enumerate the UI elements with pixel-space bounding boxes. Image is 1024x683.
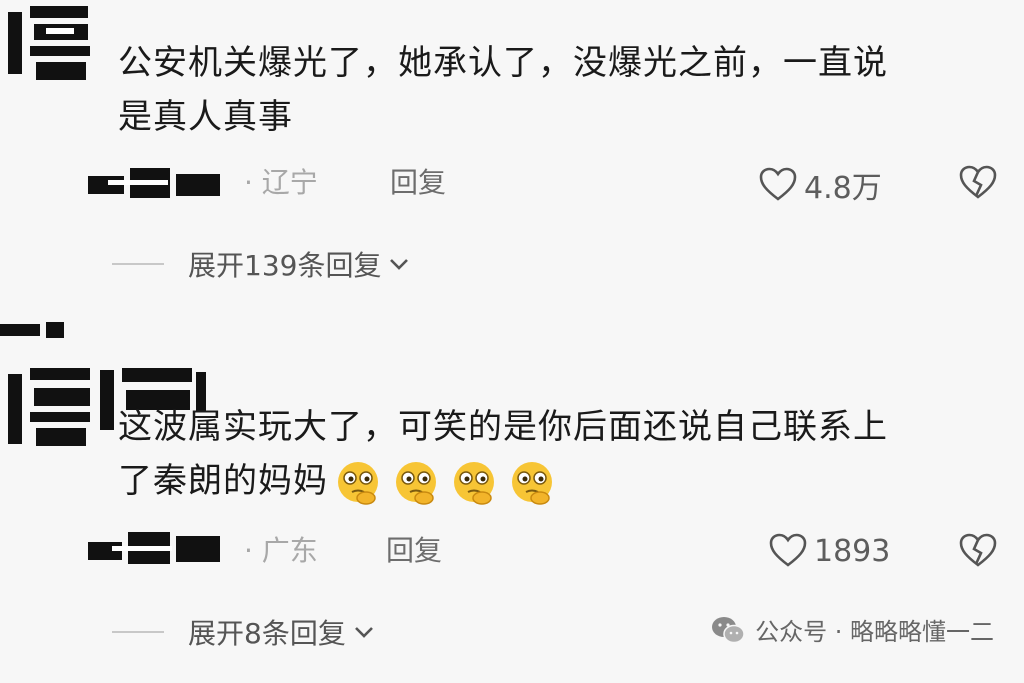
thinking-face-emoji-icon	[512, 461, 552, 505]
like-button[interactable]: 4.8万	[758, 163, 882, 207]
emoji-group	[332, 460, 564, 506]
expand-label: 展开8条回复	[188, 617, 346, 650]
divider	[112, 631, 164, 633]
watermark-text: 公众号 · 略略略懂一二	[755, 618, 994, 646]
comment-text-line: 是真人真事	[118, 97, 293, 137]
dislike-button[interactable]	[958, 531, 998, 575]
location-label: · 广东	[244, 534, 318, 567]
location-label: · 辽宁	[244, 166, 318, 199]
thinking-face-emoji-icon	[396, 461, 436, 505]
comment-text-line: 了秦朗的妈妈	[118, 454, 998, 508]
broken-heart-icon	[959, 533, 997, 567]
dislike-button[interactable]	[958, 163, 998, 207]
chevron-down-icon	[354, 627, 373, 638]
comment-text-line: 这波属实玩大了，可笑的是你后面还说自己联系上	[118, 407, 888, 447]
thinking-face-emoji-icon	[454, 461, 494, 505]
chevron-down-icon	[390, 259, 409, 270]
comment-text-line: 公安机关爆光了，她承认了，没爆光之前，一直说	[118, 43, 888, 83]
like-count: 1893	[814, 533, 891, 569]
like-count: 4.8万	[804, 171, 882, 206]
like-button[interactable]: 1893	[768, 531, 890, 571]
wechat-icon	[712, 616, 745, 643]
comment-meta: · 辽宁 回复 4.8万	[0, 158, 1024, 208]
redacted-avatar	[0, 2, 96, 84]
redacted-username	[88, 166, 238, 200]
watermark: 公众号 · 略略略懂一二	[711, 612, 994, 647]
heart-icon	[759, 167, 797, 201]
expand-replies[interactable]: 展开139条回复	[112, 244, 411, 284]
broken-heart-icon	[959, 165, 997, 199]
thinking-face-emoji-icon	[338, 461, 378, 505]
expand-label: 展开139条回复	[188, 249, 382, 282]
divider	[112, 263, 164, 265]
comment-meta: · 广东 回复 1893	[0, 526, 1024, 576]
comment-item: 公安机关爆光了，她承认了，没爆光之前，一直说 是真人真事 · 辽宁 回复 4.8…	[0, 0, 1024, 300]
comment-text: 这波属实玩大了，可笑的是你后面还说自己联系上 了秦朗的妈妈	[118, 400, 998, 508]
redacted-username	[88, 530, 238, 564]
reply-button[interactable]: 回复	[390, 158, 446, 208]
reply-button[interactable]: 回复	[386, 526, 442, 576]
heart-icon	[769, 533, 807, 567]
comment-text: 公安机关爆光了，她承认了，没爆光之前，一直说 是真人真事	[118, 36, 998, 144]
expand-replies[interactable]: 展开8条回复	[112, 612, 376, 652]
